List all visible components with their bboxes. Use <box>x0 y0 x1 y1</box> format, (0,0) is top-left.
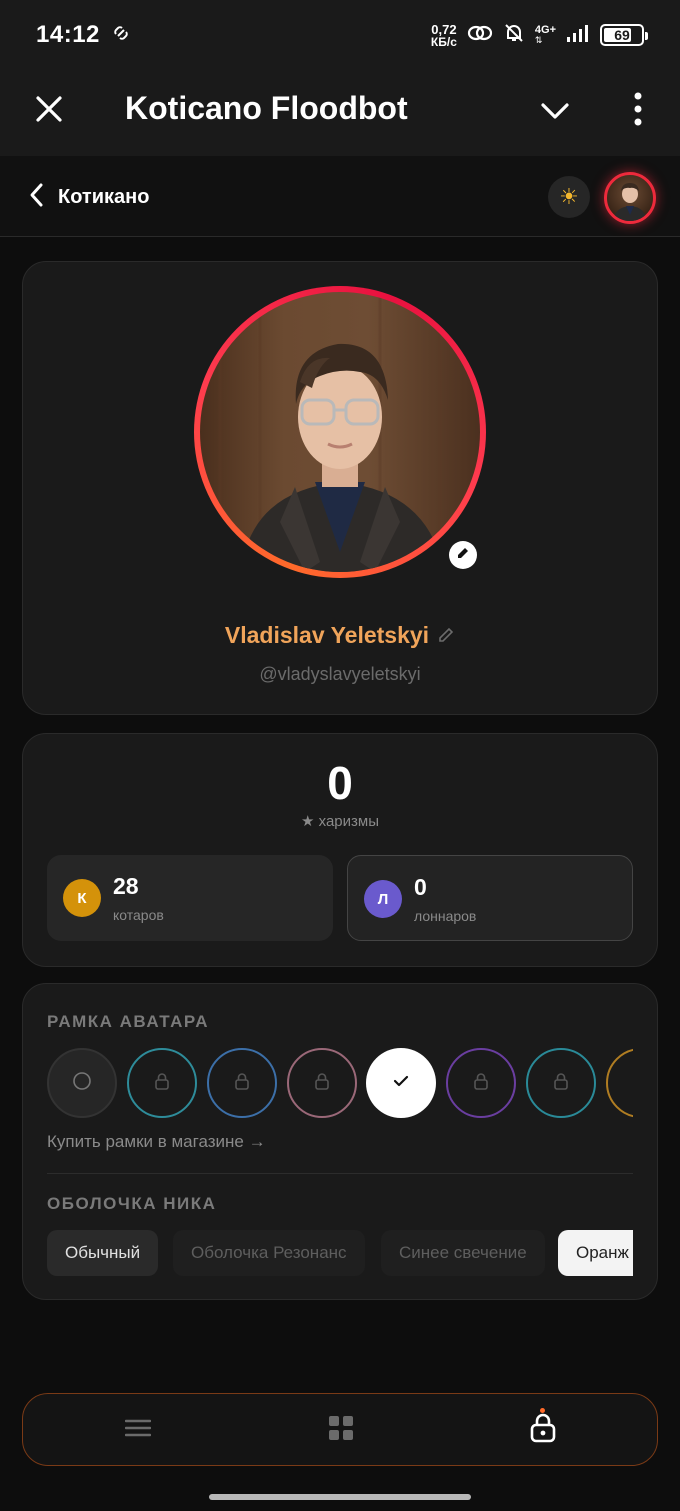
frame-option-rose[interactable] <box>287 1048 357 1118</box>
nick-shell-option[interactable]: Обычный <box>47 1230 159 1276</box>
bottom-nav <box>22 1393 658 1466</box>
charisma-label: ★ харизмы <box>301 813 379 830</box>
nav-lock-button[interactable] <box>503 1394 583 1467</box>
home-indicator[interactable] <box>209 1494 471 1500</box>
frame-option-blue[interactable] <box>207 1048 277 1118</box>
battery-icon: 69 <box>600 24 648 46</box>
frame-option-white-selected[interactable] <box>366 1048 436 1118</box>
status-time: 14:12 <box>36 21 100 48</box>
frames-row <box>47 1047 633 1119</box>
mobile-network: 4G+ ⇅ <box>534 24 556 45</box>
frame-option-teal[interactable] <box>127 1048 197 1118</box>
menu-icon <box>124 1418 152 1443</box>
chevron-down-icon[interactable] <box>538 94 572 128</box>
nav-menu-button[interactable] <box>98 1394 178 1467</box>
profile-name[interactable]: Vladislav Yeletskyi <box>0 622 680 650</box>
nick-shell-options: Обычный Оболочка Резонанс Синее свечение… <box>47 1230 633 1276</box>
chevron-left-icon <box>28 182 46 213</box>
edit-name-icon[interactable] <box>437 623 455 650</box>
stat-box-lonnars[interactable]: Л 0 лоннаров <box>347 855 633 941</box>
nav-avatar[interactable] <box>604 172 656 224</box>
frames-section-title: РАМКА АВАТАРА <box>47 1012 210 1031</box>
lonnars-label: лоннаров <box>414 908 477 924</box>
app-header: Koticano Floodbot <box>0 70 680 156</box>
profile-handle: @vladyslavyeletskyi <box>259 664 421 684</box>
charisma-value: 0 <box>327 757 353 809</box>
nick-shell-option[interactable]: Синее свечение <box>381 1230 545 1276</box>
status-bar: 14:12 0,72 КБ/с 4G+ ⇅ 69 <box>0 0 680 70</box>
profile-avatar[interactable] <box>194 286 486 578</box>
edit-avatar-button[interactable] <box>449 541 477 569</box>
sun-icon: ☀ <box>559 184 579 209</box>
lock-icon <box>154 1072 170 1095</box>
divider <box>47 1173 633 1174</box>
back-button[interactable]: Котикано <box>28 182 149 213</box>
nick-shell-option-selected[interactable]: Оранж <box>558 1230 633 1276</box>
back-label: Котикано <box>58 186 150 208</box>
avatar-photo <box>200 292 480 572</box>
bell-off-icon <box>503 22 525 49</box>
nav-grid-button[interactable] <box>301 1394 381 1467</box>
kotars-icon: К <box>63 879 101 917</box>
lonnars-icon: Л <box>364 880 402 918</box>
lock-icon <box>314 1072 330 1095</box>
kotars-label: котаров <box>113 907 164 923</box>
frame-option-purple[interactable] <box>446 1048 516 1118</box>
stat-box-kotars[interactable]: К 28 котаров <box>47 855 333 941</box>
grid-icon <box>328 1415 354 1446</box>
check-icon <box>391 1071 411 1096</box>
theme-toggle-button[interactable]: ☀ <box>548 176 590 218</box>
lock-icon <box>530 1413 556 1448</box>
buy-frames-link[interactable]: Купить рамки в магазине → <box>47 1132 266 1152</box>
active-indicator-dot <box>540 1408 545 1413</box>
pencil-icon <box>455 545 471 566</box>
frame-option-none[interactable] <box>47 1048 117 1118</box>
lock-icon <box>473 1072 489 1095</box>
nav-bar: Котикано ☀ <box>0 156 680 237</box>
lock-icon <box>553 1072 569 1095</box>
profile-name-text: Vladislav Yeletskyi <box>224 622 430 648</box>
circle-icon <box>72 1071 92 1096</box>
frame-option-gold[interactable] <box>606 1048 633 1118</box>
nick-shell-option[interactable]: Оболочка Резонанс <box>173 1230 365 1276</box>
link-icon <box>467 23 493 48</box>
lock-icon <box>234 1072 250 1095</box>
kotars-value: 28 <box>113 873 139 899</box>
nick-shell-section-title: ОБОЛОЧКА НИКА <box>47 1194 217 1213</box>
lonnars-value: 0 <box>414 874 427 900</box>
close-icon[interactable] <box>32 92 66 126</box>
app-title: Koticano Floodbot <box>125 90 408 126</box>
more-vertical-icon[interactable] <box>626 90 650 130</box>
signal-icon <box>566 23 590 48</box>
frame-option-cyan[interactable] <box>526 1048 596 1118</box>
link-icon <box>112 25 130 45</box>
network-speed: 0,72 КБ/с <box>430 21 457 49</box>
